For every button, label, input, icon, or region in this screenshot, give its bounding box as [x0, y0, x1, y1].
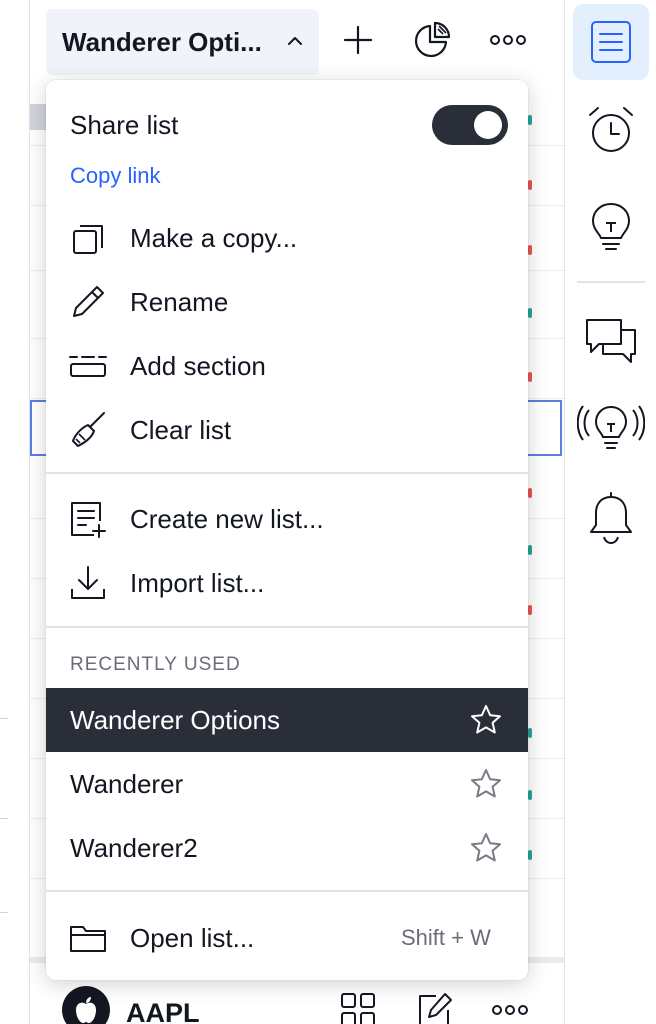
more-horizontal-icon	[490, 35, 526, 45]
row-change-mark	[528, 308, 532, 318]
section-icon	[68, 346, 108, 386]
keyboard-shortcut: Shift + W	[401, 925, 491, 950]
row-change-mark	[528, 605, 532, 615]
row-change-mark	[528, 180, 532, 190]
menu-item-label: Create new list...	[130, 503, 324, 534]
toggle-knob	[474, 111, 502, 139]
advanced-view-button[interactable]	[412, 20, 452, 60]
ideas-toolbar-button[interactable]	[573, 188, 649, 264]
symbol-more-button[interactable]	[488, 988, 532, 1024]
menu-separator	[46, 472, 528, 474]
alarm-clock-icon	[589, 107, 633, 152]
folder-icon	[68, 918, 108, 958]
menu-item-label: Open list...	[130, 922, 255, 953]
menu-item-clear-list[interactable]: Clear list	[46, 400, 528, 460]
watchlist-icon	[591, 21, 631, 63]
new-list-icon	[68, 499, 108, 539]
row-change-mark	[528, 728, 532, 738]
row-change-mark	[528, 488, 532, 498]
star-icon[interactable]	[470, 832, 502, 864]
notifications-toolbar-button[interactable]	[573, 480, 649, 556]
row-change-mark	[528, 850, 532, 860]
copy-link[interactable]: Copy link	[70, 163, 160, 189]
recent-list-item[interactable]: Wanderer Options	[46, 688, 528, 752]
import-icon	[68, 563, 108, 603]
streams-toolbar-button[interactable]	[573, 390, 649, 466]
bell-icon	[590, 492, 632, 545]
menu-item-rename[interactable]: Rename	[46, 272, 528, 332]
left-panel-edge	[0, 0, 30, 1024]
symbol-layout-button[interactable]	[336, 988, 380, 1024]
watchlist-title-button[interactable]: Wanderer Opti...	[46, 9, 319, 75]
recent-list-item[interactable]: Wanderer2	[46, 816, 528, 880]
broadcast-lightbulb-icon	[577, 405, 645, 449]
apple-logo-icon	[62, 986, 110, 1024]
edge-tick	[0, 718, 8, 719]
add-symbol-button[interactable]	[338, 20, 378, 60]
star-icon[interactable]	[470, 768, 502, 800]
recently-used-heading: RECENTLY USED	[70, 654, 241, 675]
recent-list-label: Wanderer2	[70, 833, 198, 863]
chats-toolbar-button[interactable]	[573, 302, 649, 378]
share-list-label: Share list	[70, 110, 179, 140]
lightbulb-icon	[591, 202, 631, 250]
menu-item-label: Add section	[130, 350, 266, 381]
watchlist-toolbar-button[interactable]	[573, 4, 649, 80]
watchlist-more-button[interactable]	[488, 20, 528, 60]
row-change-mark	[528, 245, 532, 255]
watchlist-header: Wanderer Opti...	[30, 0, 564, 86]
edge-tick	[0, 818, 8, 819]
chat-icon	[586, 319, 636, 363]
broom-icon	[68, 410, 108, 450]
menu-item-label: Import list...	[130, 567, 265, 598]
watchlist-title: Wanderer Opti...	[62, 26, 262, 57]
recent-list-item[interactable]: Wanderer	[46, 752, 528, 816]
share-list-toggle[interactable]	[432, 105, 508, 145]
symbol-notes-button[interactable]	[412, 988, 456, 1024]
pencil-icon	[68, 282, 108, 322]
pie-chart-icon	[414, 21, 451, 58]
star-icon[interactable]	[470, 704, 502, 736]
chevron-up-icon	[288, 37, 302, 45]
menu-item-make-copy[interactable]: Make a copy...	[46, 208, 528, 268]
toolbar-separator	[577, 281, 645, 283]
row-change-mark	[528, 790, 532, 800]
menu-item-label: Rename	[130, 286, 229, 317]
menu-item-create-new-list[interactable]: Create new list...	[46, 489, 528, 549]
recent-list-label: Wanderer Options	[70, 705, 281, 735]
alerts-toolbar-button[interactable]	[573, 92, 649, 168]
menu-separator	[46, 626, 528, 628]
menu-separator	[46, 890, 528, 892]
recent-list-label: Wanderer	[70, 769, 184, 799]
menu-item-import-list[interactable]: Import list...	[46, 553, 528, 613]
grid-icon	[341, 993, 375, 1024]
menu-item-label: Make a copy...	[130, 222, 298, 253]
copy-icon	[68, 218, 108, 258]
row-change-mark	[528, 545, 532, 555]
row-change-mark	[528, 372, 532, 382]
edit-note-icon	[419, 993, 452, 1024]
menu-item-open-list[interactable]: Open list... Shift + W	[46, 908, 528, 968]
symbol-ticker[interactable]: AAPL	[126, 998, 200, 1024]
menu-item-add-section[interactable]: Add section	[46, 336, 528, 396]
more-horizontal-icon	[492, 1005, 528, 1015]
plus-icon	[343, 25, 373, 55]
right-toolbar	[564, 0, 656, 1024]
row-change-mark	[528, 115, 532, 125]
edge-tick	[0, 912, 8, 913]
menu-item-label: Clear list	[130, 414, 232, 445]
watchlist-menu: Share list Copy link Make a copy... Rena…	[46, 80, 528, 980]
